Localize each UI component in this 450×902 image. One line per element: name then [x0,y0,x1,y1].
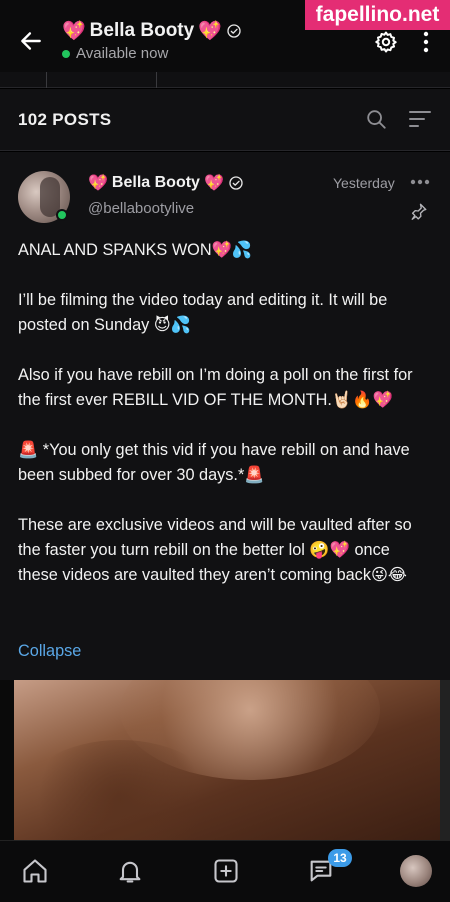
post-body-text: ANAL AND SPANKS WON💖💦 I’ll be filming th… [18,241,413,584]
sparkling-heart-emoji: 💖 [88,175,108,192]
sort-filter-icon[interactable] [408,110,432,128]
collapse-link[interactable]: Collapse [18,642,81,661]
divider [46,72,47,88]
settings-gear-icon[interactable] [374,30,398,54]
search-icon[interactable] [365,108,387,130]
back-arrow-icon[interactable] [18,28,44,54]
messages-count-badge: 13 [328,849,352,867]
more-vertical-icon[interactable] [420,30,432,54]
post-avatar[interactable] [18,171,70,223]
post-author-name[interactable]: 💖 Bella Booty 💖 [88,173,244,193]
posts-count: 102 POSTS [18,110,112,129]
sparkling-heart-emoji: 💖 [203,175,224,192]
availability-status: Available now [62,45,168,62]
divider [156,72,157,88]
sparkling-heart-emoji: 💖 [62,21,86,42]
post-media-preview[interactable] [0,680,450,840]
status-text: Available now [76,45,169,62]
post-timestamp: Yesterday [333,175,395,191]
verified-badge-icon [227,24,241,38]
sparkling-heart-emoji: 💖 [198,21,222,42]
notifications-bell-icon[interactable] [116,857,144,885]
posts-toolbar: 102 POSTS [0,89,450,151]
profile-tabs-strip [0,72,450,88]
home-icon[interactable] [21,857,49,885]
post-author-handle[interactable]: @bellabootylive [88,200,194,217]
post-card: 💖 Bella Booty 💖 @bellabootylive Yesterda… [0,152,450,680]
bottom-navigation: 13 [0,840,450,902]
profile-avatar[interactable] [400,855,432,887]
profile-title[interactable]: 💖 Bella Booty 💖 [62,19,242,43]
author-name: Bella Booty [111,174,200,191]
add-post-icon[interactable] [212,857,240,885]
profile-name: Bella Booty [89,20,195,41]
pin-icon [411,203,427,220]
online-dot-icon [62,49,70,58]
watermark: fapellino.net [305,0,450,30]
more-horizontal-icon[interactable] [410,179,430,185]
online-indicator [56,209,68,221]
verified-badge-icon [229,176,243,190]
